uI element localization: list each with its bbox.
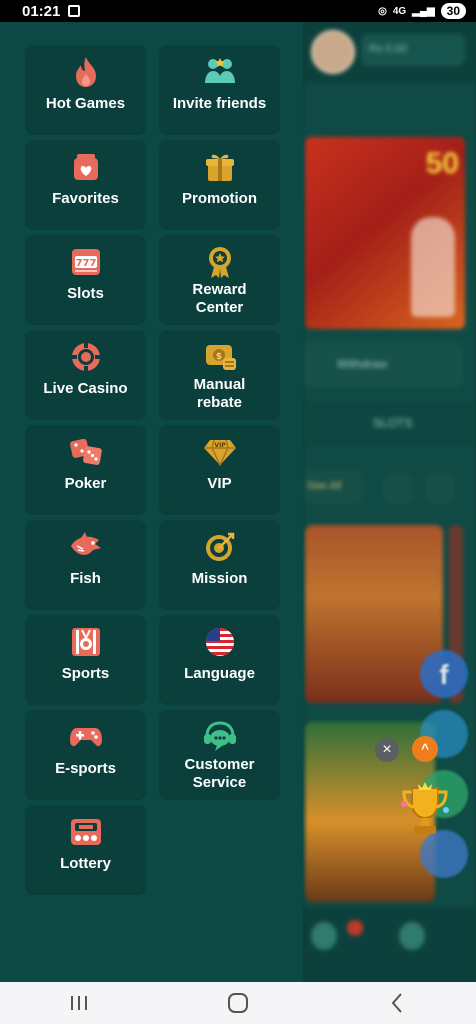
- withdraw-button[interactable]: Withdraw: [303, 342, 463, 388]
- svg-text:777: 777: [75, 258, 96, 269]
- menu-label: Slots: [67, 285, 104, 302]
- menu-label: Promotion: [182, 190, 257, 207]
- menu-fish[interactable]: Fish: [25, 520, 146, 608]
- menu-e-sports[interactable]: E-sports: [25, 710, 146, 798]
- menu-label: Reward Center: [192, 281, 247, 316]
- menu-label: Favorites: [52, 190, 119, 207]
- menu-label: Poker: [64, 475, 107, 492]
- prev-arrow[interactable]: [383, 474, 413, 504]
- slots-tab[interactable]: SLOTS: [303, 402, 476, 446]
- menu-manual-rebate[interactable]: $ Manual rebate: [159, 330, 280, 418]
- menu-label: Manual rebate: [193, 376, 246, 411]
- banner-text: 50: [425, 147, 459, 180]
- target-icon: [203, 530, 237, 564]
- menu-invite-friends[interactable]: Invite friends: [159, 45, 280, 133]
- fish-icon: [69, 530, 103, 564]
- scroll-up-button[interactable]: ^: [412, 736, 438, 762]
- menu-label: Invite friends: [172, 95, 267, 112]
- nav-profile-icon[interactable]: [399, 922, 425, 950]
- home-icon: [227, 993, 248, 1013]
- back-button[interactable]: [377, 988, 417, 1018]
- menu-label: Language: [184, 665, 255, 682]
- menu-customer-service[interactable]: Customer Service: [159, 710, 280, 798]
- menu-hot-games[interactable]: Hot Games: [25, 45, 146, 133]
- menu-sports[interactable]: Sports: [25, 615, 146, 703]
- menu-label: E-sports: [55, 760, 116, 777]
- slot-machine-icon: 777: [69, 245, 103, 279]
- menu-label: Sports: [61, 665, 110, 682]
- menu-label: Mission: [191, 570, 248, 587]
- trophy-icon[interactable]: [398, 780, 452, 840]
- avatar[interactable]: [311, 30, 355, 74]
- next-arrow[interactable]: [425, 474, 455, 504]
- notification-dot: [347, 920, 363, 936]
- menu-vip[interactable]: VIP VIP: [159, 425, 280, 513]
- menu-favorites[interactable]: Favorites: [25, 140, 146, 228]
- promo-banner[interactable]: 50: [305, 137, 465, 329]
- us-flag-icon: [203, 625, 237, 659]
- menu-language[interactable]: Language: [159, 615, 280, 703]
- hotspot-icon: ◎: [378, 5, 387, 17]
- screenshot-icon: [68, 5, 81, 17]
- menu-reward-center[interactable]: Reward Center: [159, 235, 280, 323]
- signal-icon: ▂▄▆: [412, 5, 435, 17]
- recent-apps-button[interactable]: [59, 988, 99, 1018]
- reward-medal-icon: [203, 245, 237, 279]
- gamepad-icon: [69, 720, 103, 754]
- close-floating-button[interactable]: ×: [375, 738, 399, 762]
- menu-mission[interactable]: Mission: [159, 520, 280, 608]
- diamond-icon: VIP: [203, 435, 237, 469]
- system-nav-bar: [0, 982, 476, 1024]
- casino-chip-icon: [69, 340, 103, 374]
- menu-promotion[interactable]: Promotion: [159, 140, 280, 228]
- svg-text:VIP: VIP: [214, 442, 226, 449]
- battery-icon: 30: [440, 3, 466, 19]
- favorites-icon: [69, 150, 103, 184]
- facebook-icon[interactable]: f: [420, 650, 468, 698]
- invite-friends-icon: [203, 55, 237, 89]
- menu-lottery[interactable]: Lottery: [25, 805, 146, 893]
- dice-icon: [69, 435, 103, 469]
- see-all-filter[interactable]: See All: [303, 470, 363, 504]
- svg-text:$: $: [215, 352, 221, 362]
- flame-icon: [69, 55, 103, 89]
- menu-slots[interactable]: 777 Slots: [25, 235, 146, 323]
- rebate-icon: $: [203, 340, 237, 374]
- side-drawer: Hot Games Invite friends Favorites Promo…: [0, 22, 303, 982]
- status-bar: 01:21 ◎ 4G ▂▄▆ 30: [0, 0, 476, 22]
- menu-label: Lottery: [60, 855, 111, 872]
- gift-icon: [203, 150, 237, 184]
- nav-home-icon[interactable]: [311, 922, 337, 950]
- menu-label: Fish: [70, 570, 101, 587]
- menu-live-casino[interactable]: Live Casino: [25, 330, 146, 418]
- banner-figure: [411, 217, 455, 317]
- menu-label: VIP: [207, 475, 232, 492]
- customer-service-icon: [203, 720, 237, 754]
- menu-label: Hot Games: [45, 95, 126, 112]
- status-time: 01:21: [22, 2, 61, 20]
- menu-poker[interactable]: Poker: [25, 425, 146, 513]
- lottery-icon: [69, 815, 103, 849]
- back-icon: [391, 993, 402, 1013]
- home-button[interactable]: [218, 988, 258, 1018]
- sports-icon: [69, 625, 103, 659]
- balance-box[interactable]: Rs 0.00: [361, 34, 465, 66]
- network-label: 4G: [392, 5, 407, 17]
- status-right: ◎ 4G ▂▄▆ 30: [378, 3, 466, 19]
- menu-label: Customer Service: [184, 756, 255, 791]
- menu-label: Live Casino: [43, 380, 128, 397]
- recent-apps-icon: [71, 996, 88, 1010]
